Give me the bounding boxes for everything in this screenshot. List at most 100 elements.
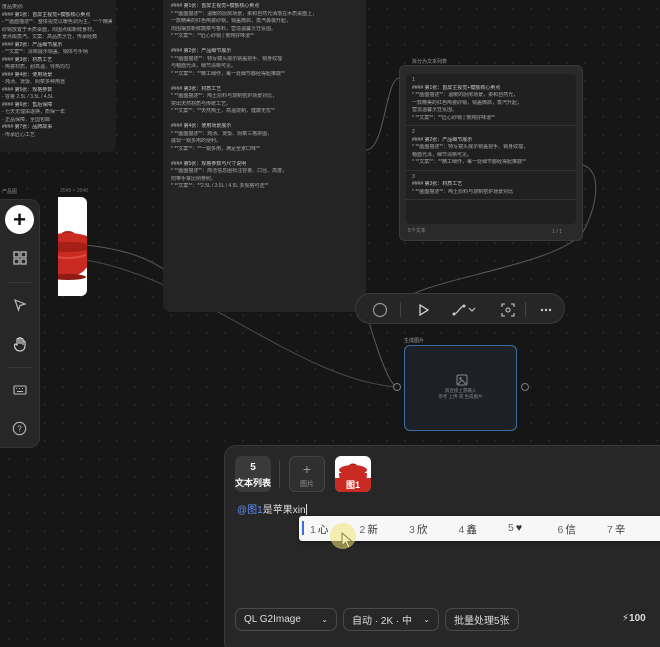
- grid-view-button[interactable]: [5, 243, 34, 272]
- cursor-highlight: [330, 523, 356, 549]
- text-output-line: * **画面描述**：炖汤、煲饭、焖菜三格拼图，: [171, 130, 273, 137]
- left-node-line: #### 第4张：使用场景: [2, 71, 53, 78]
- left-node-line: 度品类别:: [2, 4, 24, 10]
- prompt-image-ref[interactable]: @图1: [237, 505, 263, 516]
- image-placeholder-icon: [456, 374, 468, 386]
- ime-candidate[interactable]: 6信: [558, 522, 576, 537]
- more-options-button[interactable]: [537, 301, 554, 318]
- gen-output-port[interactable]: [521, 383, 529, 391]
- credit-value: 100: [629, 613, 646, 624]
- text-list-item-line: #### 第2张：产品细节展示: [412, 136, 473, 143]
- left-node-content: 度品类别: #### 第1张：首屏主视觉+模额核心卖点 - **画面描述**：整体视…: [2, 4, 112, 148]
- left-node-line: #### 第1张：首屏主视觉+模额核心卖点: [2, 11, 91, 18]
- batch-process-label: 批量处理5张: [454, 616, 510, 627]
- text-output-line: #### 第5张：规格参数与尺寸说明: [171, 160, 247, 167]
- left-node-line: #### 第7张：品牌故事: [2, 124, 53, 130]
- text-list-item-line: #### 第3张：材质工艺: [412, 181, 463, 187]
- text-output-line: 突出天然材质与传统工艺。: [171, 100, 232, 107]
- left-node-line: #### 第5张：规格参数: [2, 86, 53, 93]
- ime-candidate[interactable]: 7辛: [607, 522, 625, 537]
- ime-candidate-number: 1: [310, 524, 316, 536]
- left-node-line: - **文案**：清晰展示锅盖、锅体与手柄: [2, 49, 88, 55]
- text-list-pager[interactable]: 1 / 1: [552, 229, 562, 235]
- keyboard-shortcuts-button[interactable]: [5, 375, 34, 404]
- chevron-down-icon: ⌄: [423, 615, 430, 624]
- size-select-value: 自动 · 2K · 中: [352, 616, 413, 627]
- gen-input-port[interactable]: [393, 383, 401, 391]
- generate-image-node[interactable]: 请连接上游输入 参考 上传 或 生成图片: [404, 345, 517, 431]
- text-list-item-line: 营造温馨烹饪氛围。: [412, 107, 458, 113]
- left-node-line: - 正品保障，全国包邮: [2, 116, 51, 123]
- text-output-line: [171, 41, 360, 49]
- ime-candidate-text: 辛: [614, 524, 626, 536]
- run-button[interactable]: [414, 301, 431, 318]
- credit-balance: ⚡100: [622, 613, 646, 624]
- text-output-line: 一款精美的红色陶瓷砂锅，锅盖微启，蒸汽袅袅升起，: [171, 18, 292, 24]
- left-toolbar: + ?: [0, 199, 40, 448]
- ime-candidate-text: ♥: [515, 522, 523, 534]
- play-icon: [418, 303, 429, 316]
- text-output-line: * **文案**：**天然陶土，高温烧制，健康无忧**: [171, 108, 275, 114]
- add-image-button[interactable]: + 图片: [289, 456, 325, 492]
- ime-candidate[interactable]: 3欣: [409, 522, 427, 537]
- text-list-item-line: 一款精美的红色陶瓷砂锅，锅盖微启，蒸汽升起，: [412, 99, 523, 106]
- ime-candidate[interactable]: 1心: [310, 522, 328, 537]
- model-select[interactable]: QL G2Image ⌄: [235, 608, 337, 631]
- left-node-line: - **画面描述**：整体视觉以暖色调为主，一个精美: [2, 19, 112, 25]
- ime-candidate[interactable]: 4鑫: [459, 522, 477, 537]
- size-select[interactable]: 自动 · 2K · 中 ⌄: [343, 608, 439, 631]
- chevron-down-icon: ⌄: [321, 615, 328, 624]
- left-node-line: #### 第6张：售后保障: [2, 101, 53, 108]
- text-list-node[interactable]: 拆分为文本列表 1 #### 第1张：首屏主视觉+模额核心卖点 * **画面描述**…: [399, 59, 583, 241]
- model-select-value: QL G2Image: [244, 614, 301, 625]
- add-image-label: 图片: [300, 481, 314, 488]
- text-output-line: * **画面描述**：简洁信息图标注容量、口径、高度，: [171, 168, 288, 174]
- text-output-line: [171, 153, 360, 161]
- text-list-item-line: * **画面描述**：陶土原料与烧制窑炉场景对比: [412, 188, 514, 195]
- left-node-line: - 陶瓷材质，耐高温，导热均匀: [2, 64, 71, 70]
- text-output-line: * **文案**：**一锅多用，满足全家口味**: [171, 145, 260, 152]
- select-tool-button[interactable]: [5, 290, 34, 319]
- text-list-item[interactable]: 3 #### 第3张：材质工艺 * **画面描述**：陶土原料与烧制窑炉场景对比: [406, 171, 576, 200]
- ime-candidate[interactable]: 5 ♥: [508, 522, 522, 534]
- help-button[interactable]: ?: [5, 414, 34, 443]
- record-button[interactable]: [371, 301, 388, 318]
- text-list-chip-label: 文本列表: [235, 478, 272, 488]
- image-ref-chip[interactable]: 图1: [335, 456, 371, 492]
- left-node-line: 砂锅放置于木质桌面，周围点缀新鲜食材，: [2, 26, 98, 33]
- text-output-content: #### 第1张：首屏主视觉+模额核心卖点 * **画面描述**：温暖的厨房场景，…: [171, 3, 360, 306]
- pointer-icon: [13, 298, 27, 312]
- add-node-button[interactable]: +: [5, 205, 34, 234]
- ime-candidate[interactable]: 2新: [360, 522, 378, 537]
- text-output-line: * **文案**：**匠心砂锅 | 慢炖好味道**: [171, 33, 254, 39]
- svg-text:?: ?: [17, 425, 22, 434]
- text-output-line: 与釉面光泽，细节清晰可见。: [171, 63, 237, 69]
- batch-process-button[interactable]: 批量处理5张: [445, 608, 519, 631]
- product-image-node[interactable]: [58, 197, 87, 296]
- text-list-item-index: 3: [412, 173, 415, 180]
- ime-candidate-number: 3: [409, 524, 415, 536]
- text-output-node[interactable]: #### 第1张：首屏主视觉+模额核心卖点 * **画面描述**：温暖的厨房场景，…: [163, 0, 366, 312]
- prompt-text: 是苹果xin: [262, 505, 306, 516]
- text-output-line: #### 第4张：使用场景展示: [171, 123, 232, 129]
- ime-candidate-text: 鑫: [466, 524, 477, 536]
- text-list-item[interactable]: 2 #### 第2张：产品细节展示 * **画面描述**：特写镜头展示锅盖把手、锅身…: [406, 126, 576, 171]
- text-list-item[interactable]: 1 #### 第1张：首屏主视觉+模额核心卖点 * **画面描述**：温暖的厨房场景…: [406, 74, 576, 126]
- text-output-line: * **文案**：**精工细作，每一处细节都经得起推敲**: [171, 70, 285, 77]
- image-ref-label: 图1: [335, 478, 371, 492]
- pan-tool-button[interactable]: [5, 329, 34, 358]
- text-list-item-line: * **文案**：**精工细作，每一处细节都经得起推敲**: [412, 159, 526, 165]
- text-list-chip[interactable]: 5 文本列表: [235, 456, 271, 492]
- focus-button[interactable]: [499, 301, 516, 318]
- prompt-input[interactable]: @图1是苹果xin: [237, 501, 307, 516]
- text-output-line: [171, 116, 360, 124]
- clay-pot-image: [58, 231, 87, 280]
- ime-candidate-number: 5: [508, 522, 514, 534]
- node-action-bar: [355, 293, 565, 324]
- text-list-item-line: 釉面光泽，细节清晰可见。: [412, 151, 473, 158]
- help-icon: ?: [12, 421, 27, 436]
- text-list-item-line: * **画面描述**：特写镜头展示锅盖把手、锅身纹理，: [412, 144, 529, 150]
- connection-style-dropdown[interactable]: [452, 301, 478, 318]
- left-text-node[interactable]: 度品类别: #### 第1张：首屏主视觉+模额核心卖点 - **画面描述**：整体视…: [0, 0, 116, 152]
- left-node-line: - 炖汤、煲饭、焖菜多种用途: [2, 79, 66, 85]
